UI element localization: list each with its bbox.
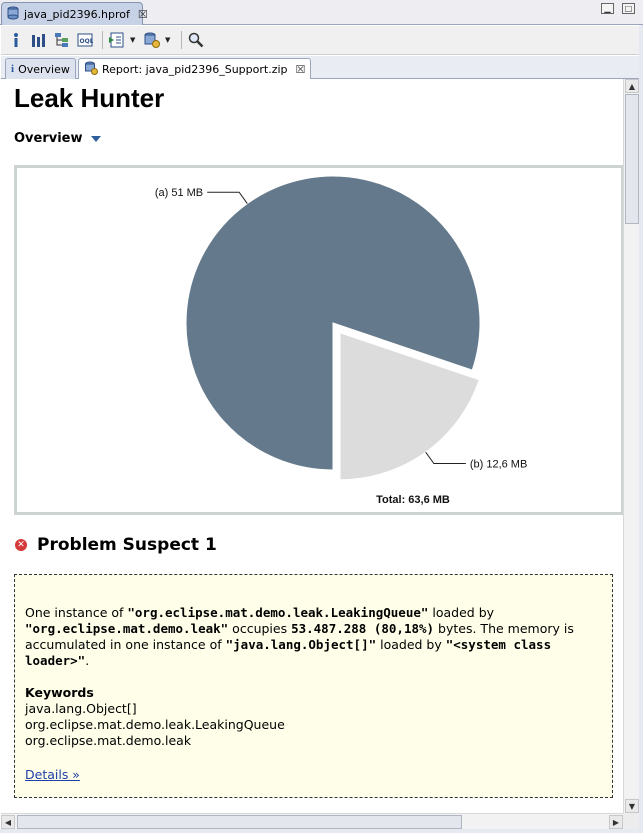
chevron-down-icon[interactable]: ▼ [165,36,173,44]
suspect-description: One instance of "org.eclipse.mat.demo.le… [14,574,613,798]
pie-chart-svg: (a) 51 MB (b) 12,6 MB Total: 63,6 MB [155,175,527,506]
vertical-scrollbar[interactable]: ▲ ▼ [623,79,639,813]
overview-label: Overview [14,131,83,146]
scroll-right-icon[interactable]: ▶ [609,815,623,829]
report-content: Leak Hunter Overview (a) 51 MB (b) 12,6 M… [1,79,623,813]
chevron-down-icon [90,135,101,142]
report-tab-bar: i Overview Report: java_pid2396_Support.… [1,56,642,80]
keyword-item: org.eclipse.mat.demo.leak [25,733,192,748]
editor-tab-label: java_pid2396.hprof [24,7,130,21]
suspect-class-name: "org.eclipse.mat.demo.leak.LeakingQueue" [127,605,429,620]
vertical-scroll-thumb[interactable] [625,94,639,224]
scroll-down-icon[interactable]: ▼ [625,799,639,813]
search-icon[interactable] [186,30,206,50]
pie-leader-line [425,451,466,465]
horizontal-scrollbar[interactable]: ◀ ▶ [1,813,623,829]
tab-report[interactable]: Report: java_pid2396_Support.zip ☒ [78,58,312,80]
scroll-left-icon[interactable]: ◀ [1,815,15,829]
info-icon: i [11,63,15,75]
error-icon: ✕ [15,539,27,551]
minimize-button[interactable]: ▁ [601,3,614,14]
keyword-item: java.lang.Object[] [25,701,137,716]
pie-leader-line [207,191,248,204]
dominator-tree-icon[interactable] [52,30,72,50]
svg-text:OQL: OQL [80,38,94,45]
histogram-icon[interactable] [29,30,49,50]
info-icon[interactable] [6,30,26,50]
suspect-title: Problem Suspect 1 [37,535,217,555]
run-report-icon[interactable] [107,30,127,50]
pie-slice-label: (b) 12,6 MB [470,459,527,471]
tab-overview-label: Overview [18,62,70,76]
horizontal-scroll-thumb[interactable] [17,815,462,829]
close-icon[interactable]: ☒ [138,8,148,21]
tab-report-label: Report: java_pid2396_Support.zip [102,63,288,76]
toolbar: OQL ▼ ▼ [1,26,642,55]
suspect-text-part: . [85,653,90,668]
scroll-up-icon[interactable]: ▲ [625,79,639,93]
maximize-button[interactable]: □ [622,3,635,14]
suspect-loader: "org.eclipse.mat.demo.leak" [25,621,229,636]
keywords-heading: Keywords [25,685,94,700]
pie-chart: (a) 51 MB (b) 12,6 MB Total: 63,6 MB [14,165,623,515]
tab-overview[interactable]: i Overview [5,58,76,79]
editor-tab-heap-dump[interactable]: java_pid2396.hprof ☒ [1,2,148,25]
oql-icon[interactable]: OQL [75,30,95,50]
pie-slice-label: (a) 51 MB [155,187,203,199]
pie-total-label: Total: 63,6 MB [376,494,450,506]
accumulated-class: "java.lang.Object[]" [225,637,377,652]
suspect-header: ✕ Problem Suspect 1 [15,535,217,555]
suspect-text-part: loaded by [376,637,446,652]
details-link[interactable]: Details » [25,767,80,783]
suspect-text-part: loaded by [428,605,495,620]
scrollbar-corner [623,813,639,829]
keyword-item: org.eclipse.mat.demo.leak.LeakingQueue [25,717,285,732]
suspect-text-part: One instance of [25,605,128,620]
editor-tab-bar: java_pid2396.hprof ☒ ▁ □ [0,0,643,25]
report-icon [84,61,98,78]
overview-toggle[interactable]: Overview [14,131,101,146]
page-title: Leak Hunter [14,83,165,113]
close-icon[interactable]: ☒ [296,63,306,76]
heap-dump-file-icon [6,6,20,23]
chevron-down-icon[interactable]: ▼ [130,36,138,44]
suspect-text-part: occupies [228,621,292,636]
heap-dump-icon[interactable] [142,30,162,50]
suspect-size: 53.487.288 (80,18%) [291,621,435,636]
suspect-text: One instance of "org.eclipse.mat.demo.le… [25,605,602,669]
